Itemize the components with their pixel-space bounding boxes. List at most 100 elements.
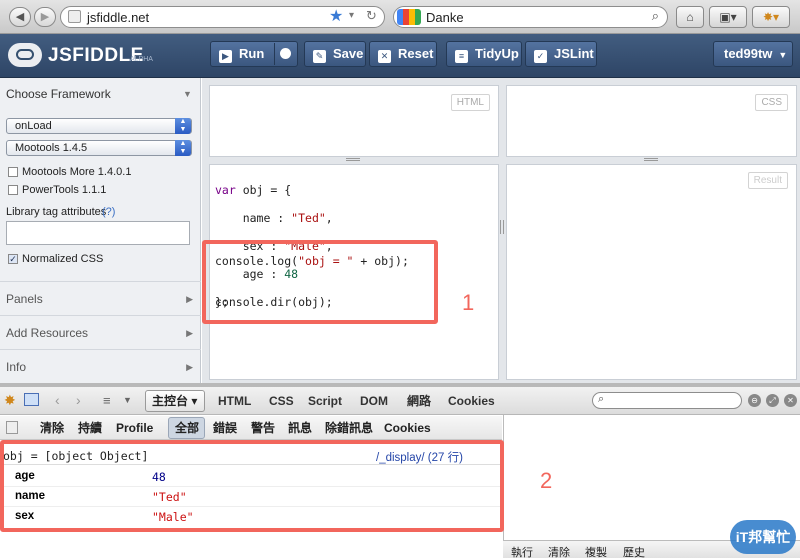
tab-dom[interactable]: DOM bbox=[360, 387, 388, 415]
user-menu-button[interactable]: ted99tw ▼ bbox=[713, 41, 793, 67]
firebug-icon: ✸▾ bbox=[762, 10, 780, 24]
console-toolbar: 清除 持續 Profile 全部 錯誤 警告 訊息 除錯訊息 Cookies bbox=[0, 416, 502, 440]
tidyup-label: TidyUp bbox=[475, 46, 519, 61]
tab-cookies[interactable]: Cookies bbox=[448, 387, 495, 415]
console-tab-label: 主控台 bbox=[152, 394, 189, 408]
jsfiddle-header: JSFIDDLE ALPHA ▶ Run ✎ Save ✕ Reset ≡ TidyUp… bbox=[0, 34, 800, 78]
firebug-toolbar-button[interactable]: ✸▾ bbox=[752, 6, 790, 28]
tab-css[interactable]: CSS bbox=[269, 387, 294, 415]
framework-select[interactable]: Mootools 1.4.5 ▲ ▼ bbox=[6, 140, 192, 156]
search-icon[interactable]: ⌕ bbox=[652, 8, 659, 24]
jsfiddle-logo-icon bbox=[8, 43, 42, 67]
bookmark-star-icon[interactable]: ★ bbox=[329, 7, 343, 27]
run-options-icon[interactable] bbox=[274, 43, 294, 65]
html-pane[interactable]: HTML bbox=[209, 85, 499, 157]
minimize-icon[interactable]: ⊖ bbox=[748, 394, 761, 407]
back-button[interactable]: ◀ bbox=[9, 7, 31, 27]
home-button[interactable]: ⌂ bbox=[676, 6, 704, 28]
logo-badge: ALPHA bbox=[130, 56, 153, 63]
chevron-down-icon[interactable]: ▼ bbox=[183, 89, 192, 99]
reset-button[interactable]: ✕ Reset bbox=[369, 41, 437, 67]
chevron-right-icon: ▶ bbox=[186, 328, 193, 338]
code-line: var obj = { bbox=[215, 183, 292, 197]
save-label: Save bbox=[333, 46, 364, 61]
forward-arrow-icon[interactable]: › bbox=[76, 392, 81, 408]
bookmarks-menu-button[interactable]: ▣▾ bbox=[709, 6, 747, 28]
save-button[interactable]: ✎ Save bbox=[304, 41, 366, 67]
play-icon: ▶ bbox=[219, 50, 232, 63]
persist-button[interactable]: 持續 bbox=[78, 416, 102, 440]
powertools-checkbox[interactable] bbox=[8, 185, 18, 195]
filter-errors-button[interactable]: 錯誤 bbox=[213, 416, 237, 440]
close-icon: ✕ bbox=[378, 50, 391, 63]
panels-label: Panels bbox=[6, 292, 43, 306]
info-section[interactable]: Info ▶ bbox=[0, 349, 201, 383]
filter-all-label: 全部 bbox=[175, 421, 200, 435]
firebug-toolbar: ✸ ‹ › ≡ ▼ 主控台 ▾ HTML CSS Script DOM 網路 C… bbox=[0, 387, 800, 415]
clear-console-icon[interactable] bbox=[6, 421, 18, 434]
jslint-label: JSLint bbox=[554, 46, 594, 61]
normalized-css-label: Normalized CSS bbox=[22, 253, 104, 265]
sidebar: Choose Framework ▼ onLoad ▲ ▼ Mootools 1.4… bbox=[0, 78, 201, 383]
menu-lines-icon[interactable]: ≡ bbox=[103, 393, 111, 408]
search-text: Danke bbox=[426, 10, 464, 25]
library-attributes-input[interactable] bbox=[6, 221, 190, 245]
back-arrow-icon: ◀ bbox=[15, 11, 25, 23]
back-arrow-icon[interactable]: ‹ bbox=[55, 392, 60, 408]
vertical-resize-handle[interactable] bbox=[500, 220, 504, 234]
tab-html[interactable]: HTML bbox=[218, 387, 251, 415]
dropdown-arrow-icon[interactable]: ▾ bbox=[349, 10, 354, 21]
forward-button[interactable]: ▶ bbox=[34, 7, 56, 27]
css-pane[interactable]: CSS bbox=[506, 85, 797, 157]
pane-resize-handle[interactable] bbox=[644, 158, 658, 161]
forward-arrow-icon: ▶ bbox=[40, 11, 50, 23]
site-favicon-icon bbox=[68, 10, 81, 23]
reload-icon[interactable]: ↻ bbox=[366, 8, 377, 24]
add-resources-section[interactable]: Add Resources ▶ bbox=[0, 315, 201, 349]
panels-section[interactable]: Panels ▶ bbox=[0, 281, 201, 315]
annotation-box-1 bbox=[202, 240, 438, 324]
close-icon[interactable]: ✕ bbox=[784, 394, 797, 407]
mootools-more-checkbox[interactable] bbox=[8, 167, 18, 177]
load-type-select[interactable]: onLoad ▲ ▼ bbox=[6, 118, 192, 134]
browser-toolbar: ◀ ▶ jsfiddle.net ★ ▾ ↻ Danke ⌕ ⌂ ▣▾ ✸▾ bbox=[0, 0, 800, 34]
filter-debug-button[interactable]: 除錯訊息 bbox=[325, 416, 373, 440]
powertools-label: PowerTools 1.1.1 bbox=[22, 184, 107, 196]
load-type-value: onLoad bbox=[15, 120, 52, 132]
tidyup-button[interactable]: ≡ TidyUp bbox=[446, 41, 522, 67]
pane-resize-handle[interactable] bbox=[346, 158, 360, 161]
jslint-button[interactable]: ✓ JSLint bbox=[525, 41, 597, 67]
firebug-search-input[interactable]: ⌕ bbox=[592, 392, 742, 409]
reset-label: Reset bbox=[398, 46, 434, 61]
tab-console[interactable]: 主控台 ▾ bbox=[145, 390, 205, 412]
select-arrows-icon: ▲ ▼ bbox=[175, 140, 191, 156]
search-engine-icon[interactable] bbox=[397, 9, 421, 25]
pencil-icon: ✎ bbox=[313, 50, 326, 63]
code-line: name : "Ted", bbox=[215, 211, 333, 225]
filter-info-button[interactable]: 訊息 bbox=[288, 416, 312, 440]
filter-cookies-button[interactable]: Cookies bbox=[384, 416, 431, 440]
check-icon: ✓ bbox=[534, 50, 547, 63]
annotation-box-2 bbox=[0, 440, 504, 532]
clear-button[interactable]: 清除 bbox=[40, 416, 64, 440]
tab-script[interactable]: Script bbox=[308, 387, 342, 415]
normalized-css-checkbox[interactable]: ✓ bbox=[8, 254, 18, 264]
chevron-down-icon[interactable]: ▼ bbox=[123, 395, 132, 405]
tab-network[interactable]: 網路 bbox=[407, 387, 431, 415]
chevron-down-icon: ▼ bbox=[778, 50, 788, 60]
firebug-menu-icon[interactable]: ✸ bbox=[4, 392, 16, 409]
address-bar[interactable]: jsfiddle.net ★ ▾ ↻ bbox=[60, 6, 385, 28]
chevron-right-icon: ▶ bbox=[186, 362, 193, 372]
framework-heading: Choose Framework bbox=[6, 87, 111, 101]
filter-warnings-button[interactable]: 警告 bbox=[251, 416, 275, 440]
profile-button[interactable]: Profile bbox=[116, 416, 153, 440]
inspect-icon[interactable] bbox=[24, 393, 39, 406]
select-arrows-icon: ▲ ▼ bbox=[175, 118, 191, 134]
library-attributes-help-link[interactable]: (?) bbox=[102, 206, 115, 218]
home-icon: ⌂ bbox=[686, 10, 694, 24]
detach-icon[interactable]: ⤢ bbox=[766, 394, 779, 407]
annotation-number-2: 2 bbox=[540, 468, 553, 493]
search-bar[interactable]: Danke ⌕ bbox=[393, 6, 668, 28]
bookmarks-icon: ▣▾ bbox=[719, 10, 737, 24]
info-label: Info bbox=[6, 360, 27, 374]
